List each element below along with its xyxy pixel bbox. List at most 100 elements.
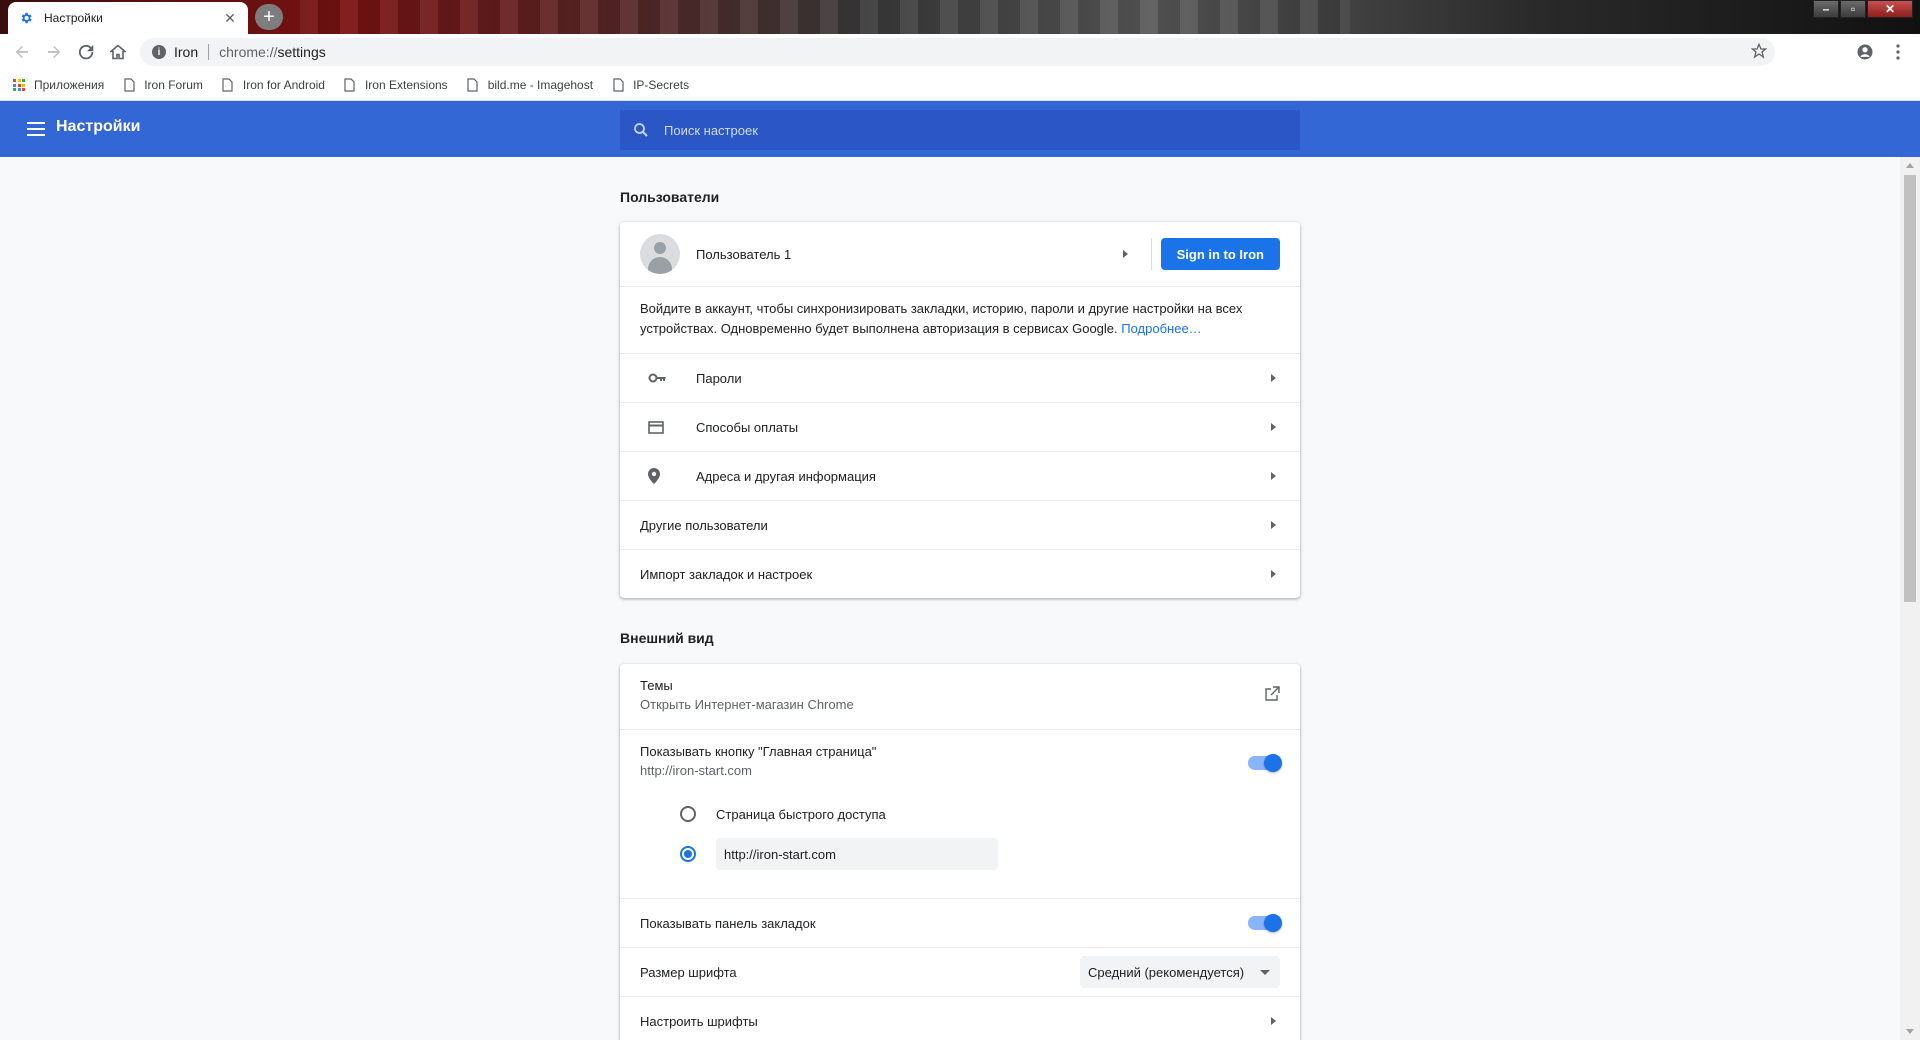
bookmark-apps[interactable]: Приложения <box>12 78 104 92</box>
radio-ntp-label: Страница быстрого доступа <box>716 806 886 822</box>
minimize-button[interactable]: – <box>1813 0 1839 18</box>
omnibox-origin: Iron <box>174 44 199 60</box>
omnibox-url[interactable]: chrome://settings <box>219 44 326 60</box>
bookmark-ip-secrets[interactable]: IP-Secrets <box>611 78 689 92</box>
page-icon <box>122 78 136 92</box>
tab-title: Настройки <box>44 11 103 25</box>
hamburger-menu-icon[interactable] <box>24 117 48 141</box>
avatar <box>640 234 680 274</box>
radio-url[interactable] <box>680 846 696 862</box>
addresses-label: Адреса и другая информация <box>696 468 876 484</box>
open-in-new-icon[interactable] <box>1264 686 1280 705</box>
users-card: Пользователь 1 Sign in to Iron Войдите в… <box>620 222 1300 598</box>
bookmark-bildme[interactable]: bild.me - Imagehost <box>466 78 593 92</box>
bookmark-iron-forum[interactable]: Iron Forum <box>122 78 203 92</box>
chevron-right-icon <box>1271 423 1276 431</box>
reload-icon <box>78 44 94 60</box>
settings-header: Настройки <box>0 101 1920 157</box>
search-input[interactable] <box>664 122 1264 138</box>
close-icon[interactable]: ✕ <box>222 10 238 26</box>
tab-strip: Настройки ✕ + – ▫ ✕ <box>0 0 1920 34</box>
page-icon <box>343 78 357 92</box>
omnibox[interactable]: i Iron chrome://settings <box>140 38 1775 66</box>
page-icon <box>611 78 625 92</box>
settings-search[interactable] <box>620 110 1300 150</box>
omnibox-separator <box>208 44 210 60</box>
import-label: Импорт закладок и настроек <box>640 566 813 582</box>
home-button[interactable] <box>102 36 134 68</box>
passwords-label: Пароли <box>696 370 742 386</box>
home-button-sublabel: http://iron-start.com <box>640 763 752 778</box>
location-pin-icon <box>640 468 680 484</box>
home-button-toggle[interactable] <box>1248 754 1282 772</box>
bookmark-label: IP-Secrets <box>633 78 690 92</box>
back-button[interactable] <box>6 36 38 68</box>
learn-more-link[interactable]: Подробнее… <box>1121 321 1201 336</box>
scroll-up-arrow-icon[interactable] <box>1906 163 1914 168</box>
chevron-right-icon <box>1271 374 1276 382</box>
profile-name[interactable]: Пользователь 1 <box>696 247 791 262</box>
themes-label: Темы <box>640 678 673 693</box>
close-window-button[interactable]: ✕ <box>1867 0 1913 18</box>
radio-ntp-row[interactable]: Страница быстрого доступа <box>620 794 1300 834</box>
section-title-users: Пользователи <box>620 189 720 205</box>
chevron-right-icon <box>1271 570 1276 578</box>
tab-settings[interactable]: Настройки ✕ <box>8 2 248 34</box>
bookmark-label: Приложения <box>34 78 105 92</box>
site-info-icon[interactable]: i <box>152 45 166 59</box>
import-row[interactable]: Импорт закладок и настроек <box>620 549 1300 598</box>
page-icon <box>221 78 235 92</box>
new-tab-button[interactable]: + <box>255 4 283 30</box>
scroll-down-arrow-icon[interactable] <box>1906 1029 1914 1034</box>
payment-label: Способы оплаты <box>696 419 799 435</box>
star-icon[interactable] <box>1750 42 1768 62</box>
search-icon <box>634 123 648 137</box>
window-background <box>300 0 1350 34</box>
payment-row[interactable]: Способы оплаты <box>620 402 1300 451</box>
arrow-right-icon <box>48 46 61 58</box>
bookmarks-bar-toggle[interactable] <box>1248 914 1282 932</box>
chevron-down-icon <box>1260 970 1270 975</box>
more-vert-icon <box>1896 44 1900 60</box>
font-size-label: Размер шрифта <box>640 964 737 980</box>
font-size-row: Размер шрифта Средний (рекомендуется) <box>620 947 1300 996</box>
other-users-row[interactable]: Другие пользователи <box>620 500 1300 549</box>
bookmark-label: Iron Extensions <box>364 78 448 92</box>
addresses-row[interactable]: Адреса и другая информация <box>620 451 1300 500</box>
reload-button[interactable] <box>70 36 102 68</box>
customize-fonts-row[interactable]: Настроить шрифты <box>620 996 1300 1040</box>
forward-button[interactable] <box>38 36 70 68</box>
bookmark-iron-android[interactable]: Iron for Android <box>221 78 325 92</box>
page-icon <box>466 78 480 92</box>
passwords-row[interactable]: Пароли <box>620 353 1300 402</box>
maximize-button[interactable]: ▫ <box>1840 0 1866 18</box>
section-title-appearance: Внешний вид <box>620 630 714 646</box>
key-icon <box>640 373 680 383</box>
credit-card-icon <box>640 420 680 434</box>
radio-url-row[interactable]: http://iron-start.com <box>620 834 1300 874</box>
gear-icon <box>18 10 34 26</box>
home-url-input[interactable]: http://iron-start.com <box>716 838 998 870</box>
themes-row[interactable]: Темы Открыть Интернет-магазин Chrome <box>620 664 1300 729</box>
profile-row: Пользователь 1 Sign in to Iron <box>620 222 1300 286</box>
menu-button[interactable] <box>1882 36 1914 68</box>
profile-arrow-icon[interactable] <box>1123 250 1128 258</box>
chevron-right-icon <box>1271 472 1276 480</box>
browser-toolbar: i Iron chrome://settings <box>0 34 1920 70</box>
font-size-select[interactable]: Средний (рекомендуется) <box>1080 956 1280 988</box>
bookmarks-bar: Приложения Iron Forum Iron for Android I… <box>0 70 1920 101</box>
bookmark-label: bild.me - Imagehost <box>487 78 594 92</box>
page-scrollbar[interactable] <box>1900 157 1920 1040</box>
bookmark-label: Iron for Android <box>242 78 325 92</box>
profile-button[interactable] <box>1849 36 1881 68</box>
radio-ntp[interactable] <box>680 806 696 822</box>
apps-grid-icon <box>12 78 26 92</box>
settings-main: Пользователи Пользователь 1 Sign in to I… <box>0 157 1900 1040</box>
bookmarks-bar-label: Показывать панель закладок <box>640 915 816 931</box>
themes-sublabel: Открыть Интернет-магазин Chrome <box>640 697 854 712</box>
sign-in-button[interactable]: Sign in to Iron <box>1160 238 1280 270</box>
scrollbar-thumb[interactable] <box>1904 175 1916 602</box>
profile-separator <box>1151 238 1152 270</box>
bookmark-iron-extensions[interactable]: Iron Extensions <box>343 78 448 92</box>
